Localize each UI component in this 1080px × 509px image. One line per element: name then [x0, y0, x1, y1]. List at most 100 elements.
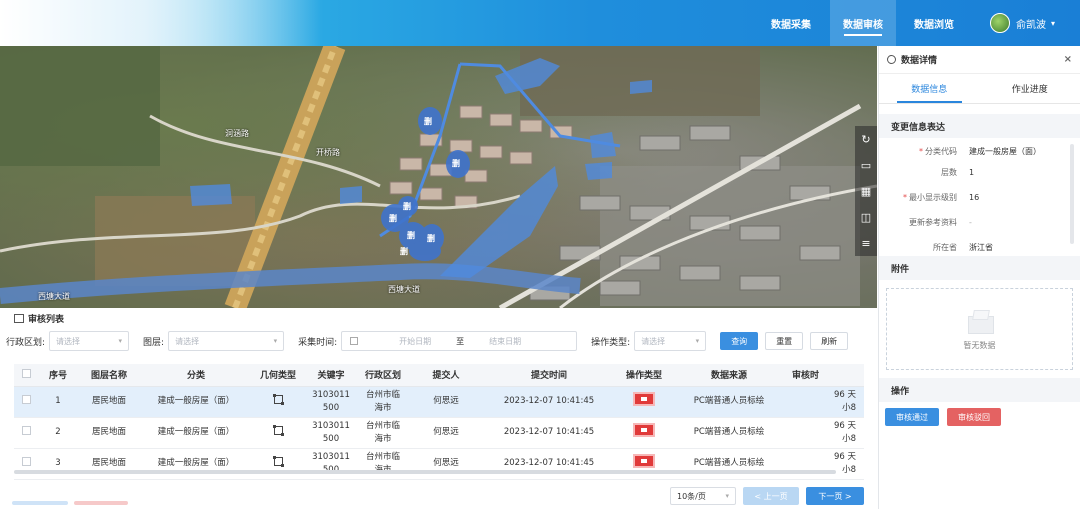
row-checkbox[interactable]: [21, 456, 31, 466]
table-horizontal-scrollbar[interactable]: [14, 470, 836, 474]
delete-marker[interactable]: 删: [389, 213, 397, 224]
field-row: * 最小显示级别 16: [879, 192, 1080, 204]
delete-marker[interactable]: 删: [407, 230, 415, 241]
field-value: 16: [969, 193, 980, 202]
date-range-picker[interactable]: 开始日期 至 结束日期: [341, 331, 578, 351]
next-page-button[interactable]: 下一页 >: [806, 487, 864, 505]
panel-tabs: 数据信息 作业进度: [879, 74, 1080, 104]
refresh-icon[interactable]: ↻: [855, 126, 877, 152]
nav-data-review[interactable]: 数据审核: [830, 0, 896, 46]
field-key: 分类代码: [925, 147, 957, 156]
approve-button[interactable]: 审核通过: [885, 408, 939, 426]
table-row[interactable]: 3 居民地面 建成一般房屋（面） 3103011 500 台州市临 海市 何思远…: [14, 448, 864, 480]
review-table: 序号 图层名称 分类 几何类型 关键字 行政区划 提交人 提交时间 操作类型 数…: [14, 364, 864, 480]
chevron-down-icon: ▾: [1051, 18, 1056, 28]
delete-marker[interactable]: 删: [403, 201, 411, 212]
col-header: 图层名称: [78, 364, 140, 387]
optype-select[interactable]: 请选择 ▾: [634, 331, 707, 351]
map-label: 开桥路: [316, 148, 340, 157]
query-button[interactable]: 查询: [720, 332, 759, 350]
review-list: 审核列表 行政区划: 请选择 ▾ 图层: 请选择 ▾ 采集时间: 开始日期 至 结束…: [0, 308, 877, 509]
field-value: -: [969, 218, 972, 227]
user-name: 俞凯波: [1016, 19, 1046, 31]
map-canvas: [0, 46, 877, 308]
select-all-checkbox[interactable]: [21, 368, 31, 378]
polygon-icon: [272, 424, 284, 436]
detail-icon: [887, 55, 896, 64]
field-key: 更新参考资料: [909, 218, 957, 227]
chevron-down-icon: ▾: [118, 337, 123, 345]
panel-header: 数据详情 ×: [879, 46, 1080, 74]
reset-button[interactable]: 重置: [765, 332, 804, 350]
empty-box-icon: [965, 308, 995, 334]
split-icon[interactable]: ◫: [855, 204, 877, 230]
field-value: 建成一般房屋（面）: [969, 147, 1041, 156]
col-header: 序号: [38, 364, 78, 387]
field-key: 最小显示级别: [909, 193, 957, 202]
map-label: 西塘大道: [38, 292, 70, 301]
prev-page-button[interactable]: < 上一页: [743, 487, 799, 505]
delete-op-icon: [633, 392, 655, 406]
reject-button[interactable]: 审核驳回: [947, 408, 1001, 426]
grid-icon[interactable]: ▦: [855, 178, 877, 204]
avatar: [990, 13, 1010, 33]
col-header: 几何类型: [252, 364, 304, 387]
field-row: 更新参考资料 -: [879, 217, 1080, 229]
end-date-input[interactable]: 结束日期: [470, 336, 540, 347]
map-toolbar: ↻ ▭ ▦ ◫ ≡: [855, 126, 877, 256]
panel-title: 数据详情: [901, 56, 938, 66]
list-title-bar: 审核列表: [0, 308, 877, 328]
nav-data-collection[interactable]: 数据采集: [760, 0, 822, 46]
top-header: 数据采集 数据审核 数据浏览 俞凯波 ▾: [0, 0, 1080, 46]
field-list: * 分类代码 建成一般房屋（面） 层数 1 * 最小显示级别 16 更新参考资料 -…: [879, 138, 1080, 256]
col-header: 行政区划: [358, 364, 408, 387]
table-row[interactable]: 1 居民地面 建成一般房屋（面） 3103011 500 台州市临 海市 何思远…: [14, 386, 864, 418]
menu-icon[interactable]: ≡: [855, 230, 877, 256]
nav-data-browse[interactable]: 数据浏览: [903, 0, 965, 46]
field-key: 层数: [941, 168, 957, 177]
empty-text: 暂无数据: [963, 340, 996, 350]
optype-label: 操作类型:: [591, 337, 631, 348]
map-label: 西塘大道: [388, 285, 420, 294]
header-logo-area: [0, 0, 320, 46]
col-header: 操作类型: [614, 364, 674, 387]
field-row: 所在省 浙江省: [879, 242, 1080, 254]
layer-select[interactable]: 请选择 ▾: [168, 331, 285, 351]
field-value: 1: [969, 168, 975, 177]
layer-label: 图层:: [143, 337, 165, 348]
page-size-select[interactable]: 10条/页 ▾: [670, 487, 736, 505]
range-separator: 至: [456, 336, 465, 346]
polygon-icon: [272, 393, 284, 405]
satellite-map[interactable]: 洞涵路 开桥路 西塘大道 西塘大道 删 删 删 删 删 删 删 ↻ ▭ ▦ ◫ …: [0, 46, 877, 308]
col-header: 审核时: [784, 364, 864, 387]
region-label: 行政区划:: [6, 337, 46, 348]
field-key: 所在省: [933, 243, 957, 252]
panel-scrollbar[interactable]: [1070, 144, 1074, 244]
delete-marker[interactable]: 删: [424, 116, 432, 127]
row-checkbox[interactable]: [21, 394, 31, 404]
tab-data-info[interactable]: 数据信息: [879, 74, 980, 103]
map-label: 洞涵路: [225, 129, 249, 138]
table-row[interactable]: 2 居民地面 建成一般房屋（面） 3103011 500 台州市临 海市 何思远…: [14, 417, 864, 449]
delete-marker[interactable]: 删: [452, 158, 460, 169]
layers-icon[interactable]: ▭: [855, 152, 877, 178]
refresh-button[interactable]: 刷新: [810, 332, 849, 350]
start-date-input[interactable]: 开始日期: [380, 336, 450, 347]
delete-marker[interactable]: 删: [400, 246, 408, 257]
scroll-indicator: [12, 501, 68, 505]
col-header: 提交时间: [484, 364, 614, 387]
row-checkbox[interactable]: [21, 425, 31, 435]
operation-buttons: 审核通过 审核驳回: [879, 402, 1080, 432]
chevron-down-icon: ▾: [695, 337, 700, 345]
section-change-info: 变更信息表达: [879, 114, 1080, 138]
delete-marker[interactable]: 删: [427, 233, 435, 244]
tab-work-progress[interactable]: 作业进度: [980, 74, 1080, 103]
col-header: 关键字: [304, 364, 358, 387]
close-icon[interactable]: ×: [1064, 54, 1072, 65]
region-select[interactable]: 请选择 ▾: [49, 331, 130, 351]
field-row: 层数 1: [879, 167, 1080, 179]
table-header: 序号 图层名称 分类 几何类型 关键字 行政区划 提交人 提交时间 操作类型 数…: [14, 364, 864, 387]
user-menu[interactable]: 俞凯波 ▾: [990, 12, 1055, 34]
delete-op-icon: [633, 454, 655, 468]
section-attachment: 附件: [879, 256, 1080, 280]
